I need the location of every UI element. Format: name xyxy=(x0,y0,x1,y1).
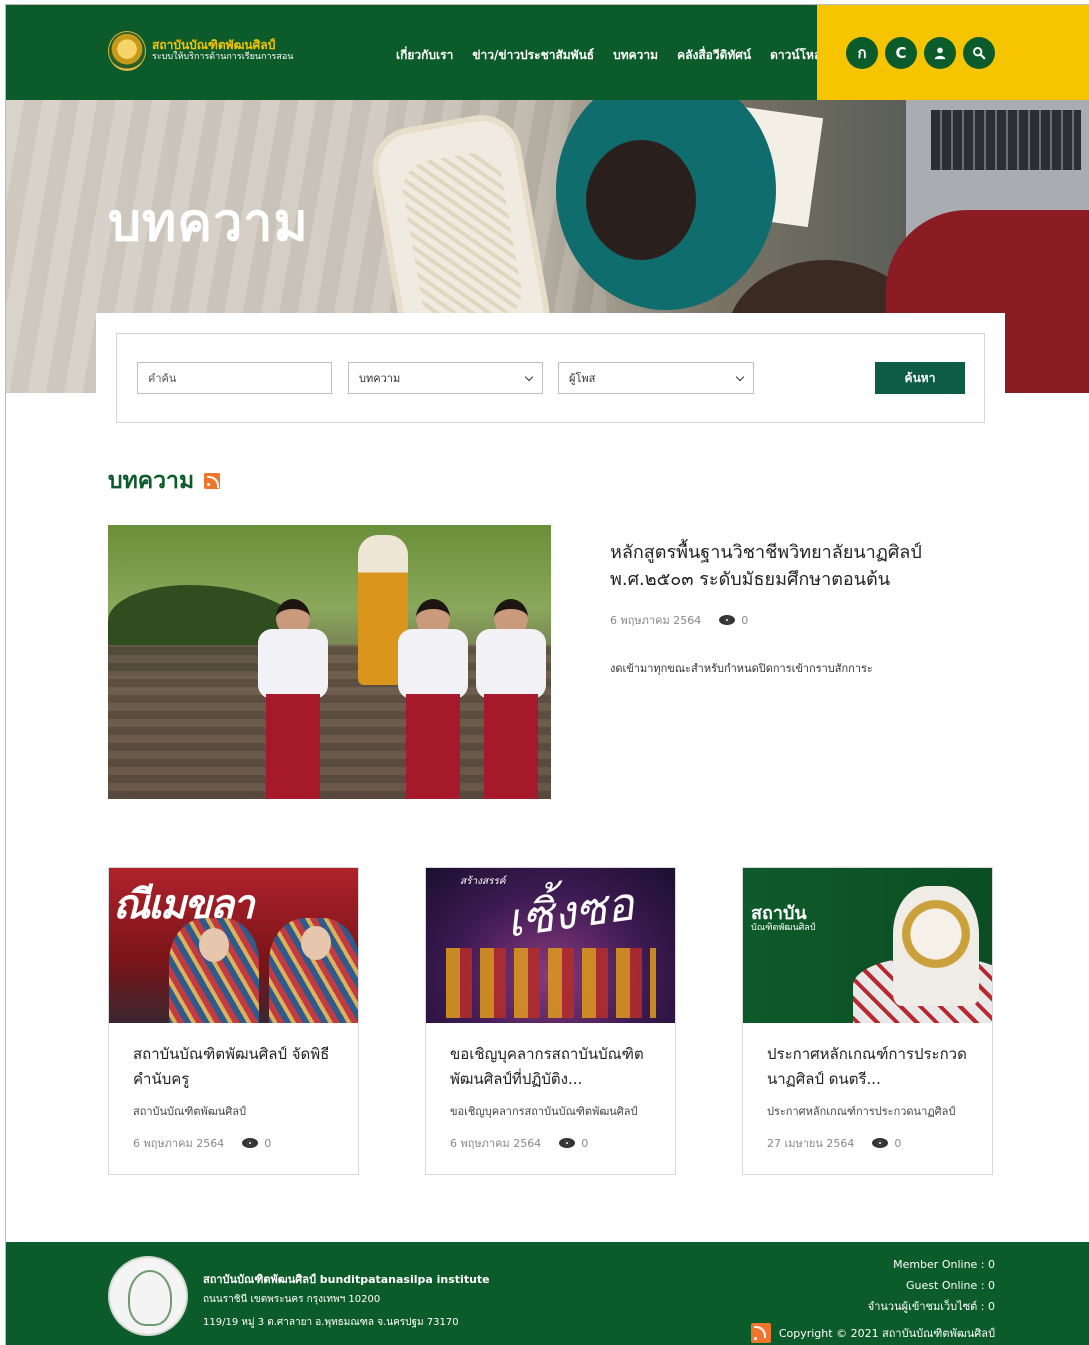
footer-copyright: Copyright © 2021 สถาบันบัณฑิตพัฒนศิลป์ xyxy=(750,1323,995,1343)
site-logo[interactable]: สถาบันบัณฑิตพัฒนศิลป์ ระบบให้บริการด้านก… xyxy=(108,31,293,71)
footer-address-1: ถนนราชินี เขตพระนคร กรุงเทพฯ 10200 xyxy=(203,1294,381,1305)
featured-article-views: 0 xyxy=(741,613,749,627)
logo-title: สถาบันบัณฑิตพัฒนศิลป์ xyxy=(152,38,276,52)
card-image-text: เซิ้งซอ xyxy=(502,876,638,948)
search-submit-button[interactable]: ค้นหา xyxy=(875,362,965,394)
search-form: คำค้น บทความ ผู้โพส ค้นหา xyxy=(116,333,985,423)
featured-article-image[interactable] xyxy=(108,525,551,799)
rss-icon[interactable] xyxy=(750,1323,771,1343)
visitor-count: จำนวนผู้เข้าชมเว็บไซต์ : 0 xyxy=(867,1300,995,1313)
member-online: Member Online : 0 xyxy=(893,1258,995,1271)
footer-institute-name: สถาบันบัณฑิตพัฒนศิลป์ bunditpatanasilpa … xyxy=(203,1273,490,1286)
section-title: บทความ xyxy=(108,463,221,499)
article-card[interactable]: สร้างสรรค์ เซิ้งซอ ขอเชิญบุคลากรสถาบันบั… xyxy=(425,867,676,1175)
nav-articles[interactable]: บทความ xyxy=(613,46,658,65)
article-card[interactable]: สถาบัน บัณฑิตพัฒนศิลป์ ประกาศหลักเกณฑ์กา… xyxy=(742,867,993,1175)
footer-emblem-icon xyxy=(108,1256,188,1336)
featured-article-title[interactable]: หลักสูตรพื้นฐานวิชาชีพวิทยาลัยนาฏศิลป์ พ… xyxy=(610,539,1010,593)
user-icon xyxy=(934,47,946,60)
card-image-small-text: สร้างสรรค์ xyxy=(460,876,506,887)
keyword-input[interactable]: คำค้น xyxy=(137,362,332,394)
article-card[interactable]: ณีเมขลา สถาบันบัณฑิตพัฒนศิลป์ จัดพิธีคำน… xyxy=(108,867,359,1175)
header-tools: ก C xyxy=(846,37,995,69)
article-card-title[interactable]: ประกาศหลักเกณฑ์การประกวดนาฏศิลป์ ดนตรี..… xyxy=(767,1042,977,1092)
eye-icon xyxy=(719,615,736,625)
article-card-meta: 6 พฤษภาคม 2564 0 xyxy=(450,1134,588,1152)
article-card-views: 0 xyxy=(894,1136,902,1150)
article-card-image[interactable]: ณีเมขลา xyxy=(109,868,358,1023)
footer-stats: Member Online : 0 Guest Online : 0 จำนวน… xyxy=(868,1254,995,1317)
eye-icon xyxy=(559,1138,576,1148)
eye-icon xyxy=(242,1138,259,1148)
article-card-date: 6 พฤษภาคม 2564 xyxy=(450,1137,542,1150)
article-card-date: 6 พฤษภาคม 2564 xyxy=(133,1137,225,1150)
rss-icon[interactable] xyxy=(204,473,221,489)
article-card-meta: 6 พฤษภาคม 2564 0 xyxy=(133,1134,271,1152)
article-card-subtitle: สถาบันบัณฑิตพัฒนศิลป์ xyxy=(133,1105,246,1118)
search-button[interactable] xyxy=(963,37,995,69)
author-select[interactable]: ผู้โพส xyxy=(558,362,754,394)
card-image-text-2: บัณฑิตพัฒนศิลป์ xyxy=(751,923,816,933)
article-card-title[interactable]: ขอเชิญบุคลากรสถาบันบัณฑิตพัฒนศิลป์ที่ปฏิ… xyxy=(450,1042,660,1092)
article-card-date: 27 เมษายน 2564 xyxy=(767,1137,855,1150)
article-card-title[interactable]: สถาบันบัณฑิตพัฒนศิลป์ จัดพิธีคำนับครู xyxy=(133,1042,343,1092)
nav-news[interactable]: ข่าว/ข่าวประชาสัมพันธ์ xyxy=(472,46,594,65)
user-button[interactable] xyxy=(924,37,956,69)
article-card-views: 0 xyxy=(264,1136,272,1150)
site-footer: สถาบันบัณฑิตพัฒนศิลป์ bunditpatanasilpa … xyxy=(6,1242,1089,1345)
article-card-views: 0 xyxy=(581,1136,589,1150)
article-card-subtitle: ขอเชิญบุคลากรสถาบันบัณฑิตพัฒนศิลป์ xyxy=(450,1105,638,1118)
category-select[interactable]: บทความ xyxy=(348,362,543,394)
section-title-text: บทความ xyxy=(108,468,195,494)
featured-article-meta: 6 พฤษภาคม 2564 0 xyxy=(610,611,748,629)
page-title: บทความ xyxy=(108,193,309,253)
article-card-subtitle: ประกาศหลักเกณฑ์การประกวดนาฏศิลป์ xyxy=(767,1105,956,1118)
search-panel: คำค้น บทความ ผู้โพส ค้นหา xyxy=(96,313,1005,433)
search-icon xyxy=(973,47,986,60)
guest-online: Guest Online : 0 xyxy=(906,1279,995,1292)
copyright-text: Copyright © 2021 สถาบันบัณฑิตพัฒนศิลป์ xyxy=(778,1327,995,1340)
main-nav: เกี่ยวกับเรา ข่าว/ข่าวประชาสัมพันธ์ บทคว… xyxy=(396,46,848,65)
nav-about[interactable]: เกี่ยวกับเรา xyxy=(396,46,453,65)
article-card-image[interactable]: สถาบัน บัณฑิตพัฒนศิลป์ xyxy=(743,868,992,1023)
khon-mask-image xyxy=(893,886,979,1006)
footer-address-2: 119/19 หมู่ 3 ต.ศาลายา อ.พุทธมณฑล จ.นครป… xyxy=(203,1317,459,1328)
featured-article-date: 6 พฤษภาคม 2564 xyxy=(610,614,702,627)
logo-subtitle: ระบบให้บริการด้านการเรียนการสอน xyxy=(152,52,294,62)
eye-icon xyxy=(872,1138,889,1148)
contrast-reset-button[interactable]: C xyxy=(885,37,917,69)
nav-video-library[interactable]: คลังสื่อวีดิทัศน์ xyxy=(677,46,751,65)
article-card-meta: 27 เมษายน 2564 0 xyxy=(767,1134,901,1152)
article-card-image[interactable]: สร้างสรรค์ เซิ้งซอ xyxy=(426,868,675,1023)
featured-article-description: งดเข้ามาทุกขณะสำหรับกำหนดปิดการเข้ากราบส… xyxy=(610,662,873,675)
page-frame: สถาบันบัณฑิตพัฒนศิลป์ ระบบให้บริการด้านก… xyxy=(5,4,1089,1345)
font-size-button[interactable]: ก xyxy=(846,37,878,69)
institute-emblem-icon xyxy=(108,31,146,71)
